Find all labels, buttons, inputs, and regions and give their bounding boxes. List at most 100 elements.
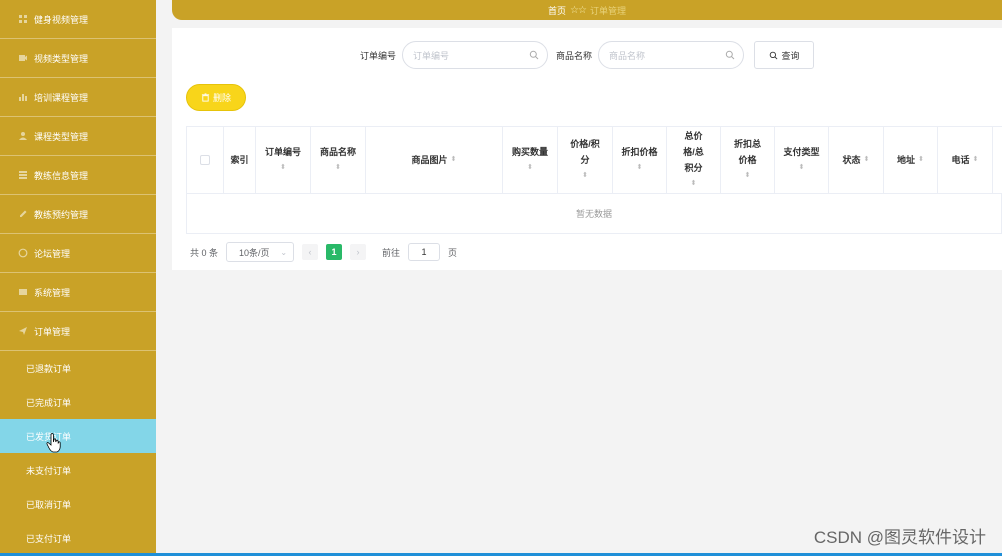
sort-icon[interactable]: ⬍ <box>335 160 341 176</box>
table-empty-state: 暂无数据 <box>187 194 1002 234</box>
col-phone-label: 电话 <box>951 155 970 165</box>
col-address-label: 地址 <box>897 155 916 165</box>
user-icon <box>18 131 28 141</box>
col-status[interactable]: 状态 ⬍ <box>829 127 884 193</box>
col-order-no-label: 订单编号 <box>264 147 301 157</box>
col-total-price-label: 总价格/总积分 <box>683 131 704 173</box>
sort-icon[interactable]: ⬍ <box>527 160 533 176</box>
col-product-image-label: 商品图片 <box>411 155 448 165</box>
product-name-placeholder: 商品名称 <box>609 50 646 61</box>
col-discount-price[interactable]: 折扣价格 ⬍ <box>613 127 667 193</box>
sort-icon[interactable]: ⬍ <box>799 160 805 176</box>
grid-icon <box>18 14 28 24</box>
sidebar-item-label: 健身视频管理 <box>34 14 89 25</box>
trash-icon <box>201 93 210 102</box>
breadcrumb: 首页 ☆☆ 订单管理 <box>548 4 626 17</box>
search-icon <box>725 50 735 60</box>
chat-icon <box>18 248 28 258</box>
sidebar-item-coach-info[interactable]: 教练信息管理 <box>0 156 156 195</box>
sort-icon[interactable]: ⬍ <box>280 160 286 176</box>
sort-icon[interactable]: ⬍ <box>637 160 643 176</box>
col-phone[interactable]: 电话 ⬍ <box>938 127 993 193</box>
select-all-cell <box>187 127 224 193</box>
sidebar-subitem-shipped-orders[interactable]: 已发货订单 <box>0 419 156 453</box>
list-icon <box>18 170 28 180</box>
col-status-row: 状态 ⬍ <box>843 152 870 168</box>
search-form: 订单编号 订单编号 商品名称 商品名称 查询 <box>172 41 1002 69</box>
sort-icon[interactable]: ⬍ <box>973 152 979 168</box>
sidebar-item-orders[interactable]: 订单管理 <box>0 312 156 351</box>
sort-icon[interactable]: ⬍ <box>864 152 870 168</box>
chevron-left-icon: ‹ <box>308 247 312 257</box>
next-page-button[interactable]: › <box>350 244 367 260</box>
sidebar-subitem-label: 已完成订单 <box>26 397 72 408</box>
select-all-checkbox[interactable] <box>200 155 210 165</box>
sidebar-subitem-label: 已退款订单 <box>26 363 72 374</box>
sidebar-item-label: 课程类型管理 <box>34 131 89 142</box>
sidebar-subitem-unpaid-orders[interactable]: 未支付订单 <box>0 453 156 487</box>
bar-chart-icon <box>18 92 28 102</box>
search-icon <box>529 50 539 60</box>
col-discount-total[interactable]: 折扣总价格 ⬍ <box>721 127 775 193</box>
pagination: 共 0 条 10条/页 ⌄ ‹ 1 › 前往 1 页 <box>190 242 457 262</box>
col-price-label: 价格/积分 <box>570 139 600 165</box>
col-address[interactable]: 地址 ⬍ <box>884 127 938 193</box>
sidebar-item-forum[interactable]: 论坛管理 <box>0 234 156 273</box>
query-button-label: 查询 <box>781 50 800 61</box>
query-button[interactable]: 查询 <box>754 41 815 69</box>
sort-icon[interactable]: ⬍ <box>582 168 588 184</box>
col-order-no[interactable]: 订单编号 ⬍ <box>256 127 311 193</box>
sidebar-subitem-refunded-orders[interactable]: 已退款订单 <box>0 351 156 385</box>
sidebar-item-video-type[interactable]: 视频类型管理 <box>0 39 156 78</box>
sort-icon[interactable]: ⬍ <box>918 152 924 168</box>
sidebar-subitem-cancelled-orders[interactable]: 已取消订单 <box>0 487 156 521</box>
goto-page-value: 1 <box>421 247 427 257</box>
chevron-down-icon: ⌄ <box>280 247 288 257</box>
sidebar-subitem-paid-orders[interactable]: 已支付订单 <box>0 521 156 555</box>
chevron-right-icon: › <box>356 247 360 257</box>
hand-cursor-icon <box>46 433 61 453</box>
page-number-current[interactable]: 1 <box>326 244 343 260</box>
col-total-price[interactable]: 总价格/总积分 ⬍ <box>667 127 721 193</box>
main-panel: 订单编号 订单编号 商品名称 商品名称 查询 删除 索引 订单编号 ⬍ 商品名称… <box>172 28 1002 270</box>
prev-page-button[interactable]: ‹ <box>302 244 319 260</box>
delete-button-label: 删除 <box>212 93 231 103</box>
breadcrumb-home[interactable]: 首页 <box>548 4 566 17</box>
sidebar-item-label: 培训课程管理 <box>34 92 89 103</box>
page-size-select[interactable]: 10条/页 ⌄ <box>226 242 295 262</box>
sidebar-item-label: 教练信息管理 <box>34 170 89 181</box>
app-root: 健身视频管理 视频类型管理 培训课程管理 课程类型管理 教练信息管理 教练预约管… <box>0 0 1002 556</box>
col-product-image-row: 商品图片 ⬍ <box>412 152 457 168</box>
sidebar-item-training-course[interactable]: 培训课程管理 <box>0 78 156 117</box>
sidebar-item-system[interactable]: 系统管理 <box>0 273 156 312</box>
sidebar: 健身视频管理 视频类型管理 培训课程管理 课程类型管理 教练信息管理 教练预约管… <box>0 0 156 556</box>
settings-icon <box>18 287 28 297</box>
sort-icon[interactable]: ⬍ <box>451 152 457 168</box>
col-product-name[interactable]: 商品名称 ⬍ <box>311 127 366 193</box>
sidebar-item-coach-booking[interactable]: 教练预约管理 <box>0 195 156 234</box>
col-payment-type-label: 支付类型 <box>783 147 820 157</box>
sidebar-subitem-completed-orders[interactable]: 已完成订单 <box>0 385 156 419</box>
col-payment-type[interactable]: 支付类型 ⬍ <box>775 127 829 193</box>
col-phone-row: 电话 ⬍ <box>952 152 979 168</box>
sort-icon[interactable]: ⬍ <box>691 176 697 192</box>
col-index-label: 索引 <box>230 155 249 165</box>
col-product-name-label: 商品名称 <box>319 147 356 157</box>
delete-button[interactable]: 删除 <box>186 84 246 111</box>
order-no-input[interactable]: 订单编号 <box>402 41 548 69</box>
col-discount-total-label: 折扣总价格 <box>733 139 761 165</box>
empty-text: 暂无数据 <box>575 209 612 219</box>
sidebar-item-course-type[interactable]: 课程类型管理 <box>0 117 156 156</box>
sidebar-item-fitness-video[interactable]: 健身视频管理 <box>0 0 156 39</box>
col-index: 索引 <box>224 127 256 193</box>
sort-icon[interactable]: ⬍ <box>745 168 751 184</box>
goto-page-input[interactable]: 1 <box>408 243 441 261</box>
col-quantity[interactable]: 购买数量 ⬍ <box>503 127 558 193</box>
product-name-input[interactable]: 商品名称 <box>598 41 745 69</box>
header-bar: 首页 ☆☆ 订单管理 <box>172 0 1002 20</box>
col-price[interactable]: 价格/积分 ⬍ <box>558 127 613 193</box>
col-product-image[interactable]: 商品图片 ⬍ <box>366 127 503 193</box>
sidebar-item-label: 视频类型管理 <box>34 53 89 64</box>
search-icon <box>769 51 777 59</box>
page-number-label: 1 <box>331 247 337 257</box>
